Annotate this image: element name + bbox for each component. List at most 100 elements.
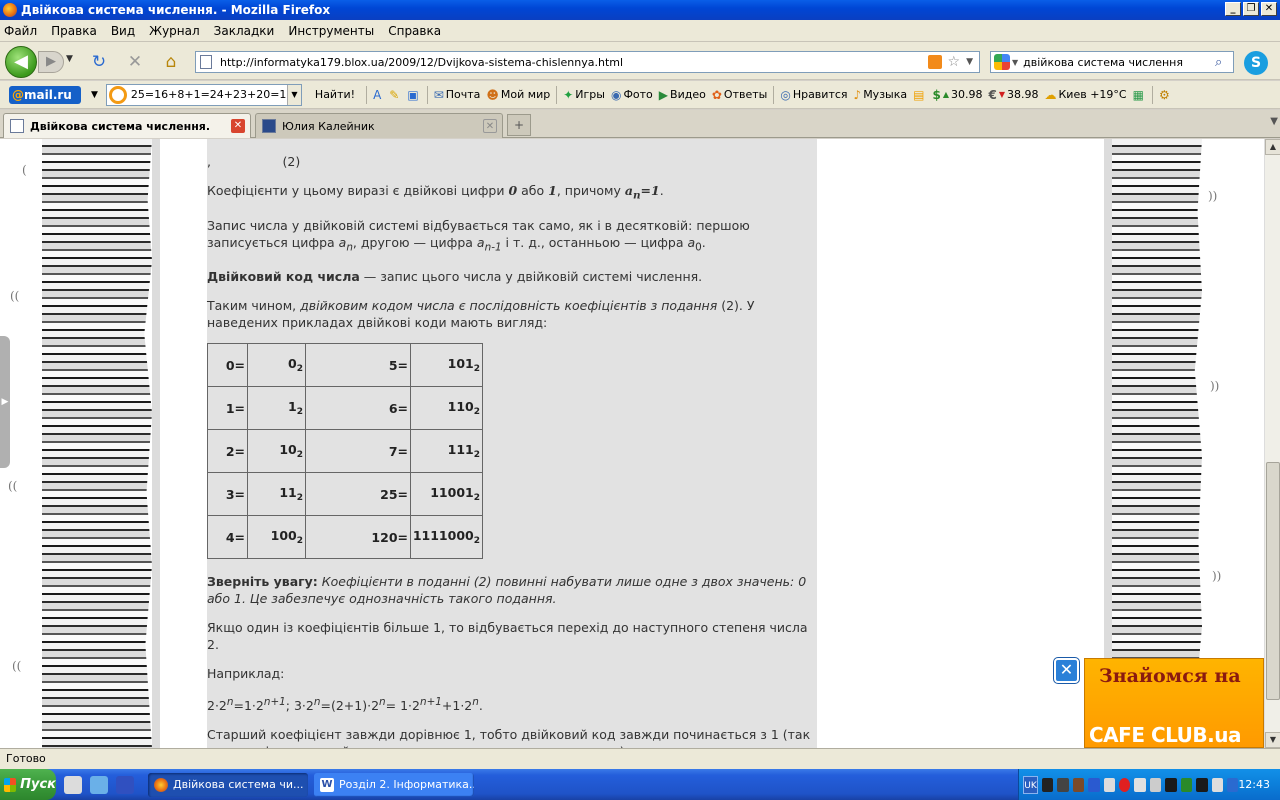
tab-active[interactable]: Двійкова система числення. ✕ <box>3 113 251 138</box>
ad-brand: CAFE CLUB.ua <box>1089 723 1241 747</box>
network-icon[interactable] <box>1134 777 1146 792</box>
tab-inactive[interactable]: Юлия Калейник ✕ <box>255 113 503 138</box>
mailru-toolbar: @mail.ru ▼ 25=16+8+1=24+23+20=1·2 ▼ Найт… <box>0 81 1280 109</box>
page-icon <box>262 119 276 133</box>
tray-app-icon[interactable] <box>1196 777 1208 792</box>
mailru-mail-link[interactable]: ✉ Почта <box>434 88 481 102</box>
paragraph-writing: Запис числа у двійковій системі відбуває… <box>207 217 750 254</box>
tray-app-icon[interactable] <box>1180 777 1193 792</box>
tab-label: Юлия Калейник <box>282 119 375 133</box>
history-dropdown-icon[interactable]: ▼ <box>66 54 73 64</box>
settings-gear-icon[interactable]: ⚙ <box>1159 88 1172 102</box>
table-cell: 1012 <box>410 343 483 387</box>
vertical-scrollbar[interactable]: ▲ ▼ <box>1264 139 1280 748</box>
scroll-down-button[interactable]: ▼ <box>1265 732 1280 748</box>
highlighter-icon[interactable]: ✎ <box>389 88 401 102</box>
language-indicator[interactable]: UK <box>1023 775 1039 794</box>
tray-app-icon[interactable] <box>1165 777 1177 792</box>
table-cell: 3= <box>207 472 248 516</box>
sidebar-toggle[interactable]: ▶ <box>0 336 10 468</box>
mailru-menu-icon[interactable]: ▼ <box>91 90 98 100</box>
mailru-answers-link[interactable]: ✿ Ответы <box>712 88 767 102</box>
table-row: 1= 12 6= 1102 <box>207 386 483 430</box>
mailru-news-icon[interactable]: ▤ <box>913 88 926 102</box>
tray-app-icon[interactable] <box>1042 777 1054 792</box>
layout-icon[interactable]: ▣ <box>407 88 420 102</box>
close-tab-icon[interactable]: ✕ <box>231 119 245 133</box>
back-button[interactable]: ◀ <box>5 46 37 78</box>
taskbar-item-firefox[interactable]: Двійкова система чи... <box>148 772 308 797</box>
search-bar[interactable]: ▼ двійкова система числення ⌕ <box>990 51 1234 73</box>
maximize-button[interactable]: ❐ <box>1243 2 1259 16</box>
table-cell: 1002 <box>247 515 306 559</box>
mailru-like-link[interactable]: ◎ Нравится <box>780 88 847 102</box>
url-bar[interactable]: http://informatyka179.blox.ua/2009/12/Dv… <box>195 51 980 73</box>
mailru-games-link[interactable]: ✦ Игры <box>563 88 605 102</box>
minimize-button[interactable]: _ <box>1225 2 1241 16</box>
menu-edit[interactable]: Правка <box>51 24 97 38</box>
tab-list-icon[interactable]: ▼ <box>1270 116 1278 127</box>
ad-close-button[interactable]: ✕ <box>1054 658 1079 683</box>
menu-bookmarks[interactable]: Закладки <box>214 24 275 38</box>
new-tab-button[interactable]: + <box>507 114 531 136</box>
menu-tools[interactable]: Инструменты <box>288 24 374 38</box>
explorer-icon[interactable] <box>90 775 108 794</box>
home-icon[interactable]: ⌂ <box>160 52 182 72</box>
volume-icon[interactable] <box>1149 777 1162 792</box>
bookmark-star-icon[interactable]: ☆ <box>948 54 961 70</box>
usd-rate[interactable]: $ ▲ 30.98 <box>932 88 982 102</box>
tray-app-icon[interactable] <box>1072 777 1085 792</box>
mailru-logo[interactable]: @mail.ru <box>9 85 81 104</box>
bluetooth-icon[interactable] <box>1211 777 1223 792</box>
skype-icon[interactable]: S <box>1244 51 1268 75</box>
weather-widget[interactable]: ☁ Киев +19°C <box>1044 88 1126 102</box>
start-button[interactable]: Пуск <box>0 769 56 800</box>
menu-file[interactable]: Файл <box>4 24 37 38</box>
table-cell: 11110002 <box>410 515 483 559</box>
tab-bar: Двійкова система числення. ✕ Юлия Калейн… <box>0 110 1280 138</box>
cafe-club-ad-banner[interactable]: Знайомся на CAFE CLUB.ua <box>1084 658 1264 748</box>
search-engine-dropdown-icon[interactable]: ▼ <box>1012 58 1018 67</box>
rss-icon[interactable] <box>927 55 942 69</box>
text-size-icon[interactable]: A <box>373 88 383 102</box>
paragraph-carry: Якщо один із коефіцієнтів більше 1, то в… <box>207 620 808 652</box>
page-viewport[interactable]: ▶ ( (( (( (( )) )) )) , (2) Коефіцієнти … <box>0 139 1264 748</box>
tray-app-icon[interactable] <box>1103 777 1116 792</box>
show-desktop-icon[interactable] <box>64 775 82 794</box>
tray-app-icon[interactable] <box>1226 777 1239 792</box>
url-dropdown-icon[interactable]: ▼ <box>966 57 973 67</box>
mailru-search-box[interactable]: 25=16+8+1=24+23+20=1·2 ▼ <box>105 83 302 106</box>
opera-icon[interactable] <box>1119 777 1131 792</box>
table-row: 3= 112 25= 110012 <box>207 472 483 516</box>
search-input[interactable]: двійкова система числення <box>1023 56 1215 69</box>
close-tab-icon[interactable]: ✕ <box>483 119 497 133</box>
menu-view[interactable]: Вид <box>111 24 135 38</box>
forward-button[interactable]: ▶ <box>38 51 64 73</box>
mailru-search-dropdown-icon[interactable]: ▼ <box>286 84 301 105</box>
firefox-icon <box>3 3 17 17</box>
menu-history[interactable]: Журнал <box>149 24 200 38</box>
url-text[interactable]: http://informatyka179.blox.ua/2009/12/Dv… <box>220 56 928 69</box>
word-icon[interactable] <box>116 775 134 794</box>
mailru-photo-link[interactable]: ◉ Фото <box>611 88 653 102</box>
stop-icon[interactable]: ✕ <box>124 52 146 72</box>
reload-icon[interactable]: ↻ <box>88 52 110 72</box>
menu-bar: Файл Правка Вид Журнал Закладки Инструме… <box>0 20 1280 42</box>
music-icon: ♪ <box>853 87 862 102</box>
scroll-thumb[interactable] <box>1266 462 1280 700</box>
mailru-myworld-link[interactable]: ☻ Мой мир <box>486 88 550 102</box>
eur-rate[interactable]: € ▼ 38.98 <box>988 88 1038 102</box>
search-icon[interactable]: ⌕ <box>1215 55 1233 70</box>
mailru-music-link[interactable]: ♪ Музыка <box>854 88 908 102</box>
tray-app-icon[interactable] <box>1057 777 1069 792</box>
scroll-up-button[interactable]: ▲ <box>1265 139 1280 155</box>
taskbar-item-word[interactable]: W Розділ 2. Інформатика.... <box>314 772 474 797</box>
tray-app-icon[interactable] <box>1088 777 1100 792</box>
extension-icon[interactable]: ▦ <box>1133 88 1146 102</box>
mailru-search-input[interactable]: 25=16+8+1=24+23+20=1·2 <box>131 88 287 101</box>
close-window-button[interactable]: ✕ <box>1261 2 1277 16</box>
mailru-find-button[interactable]: Найти! <box>310 84 360 106</box>
menu-help[interactable]: Справка <box>388 24 441 38</box>
google-icon[interactable] <box>994 54 1010 70</box>
mailru-video-link[interactable]: ▶ Видео <box>659 88 706 102</box>
